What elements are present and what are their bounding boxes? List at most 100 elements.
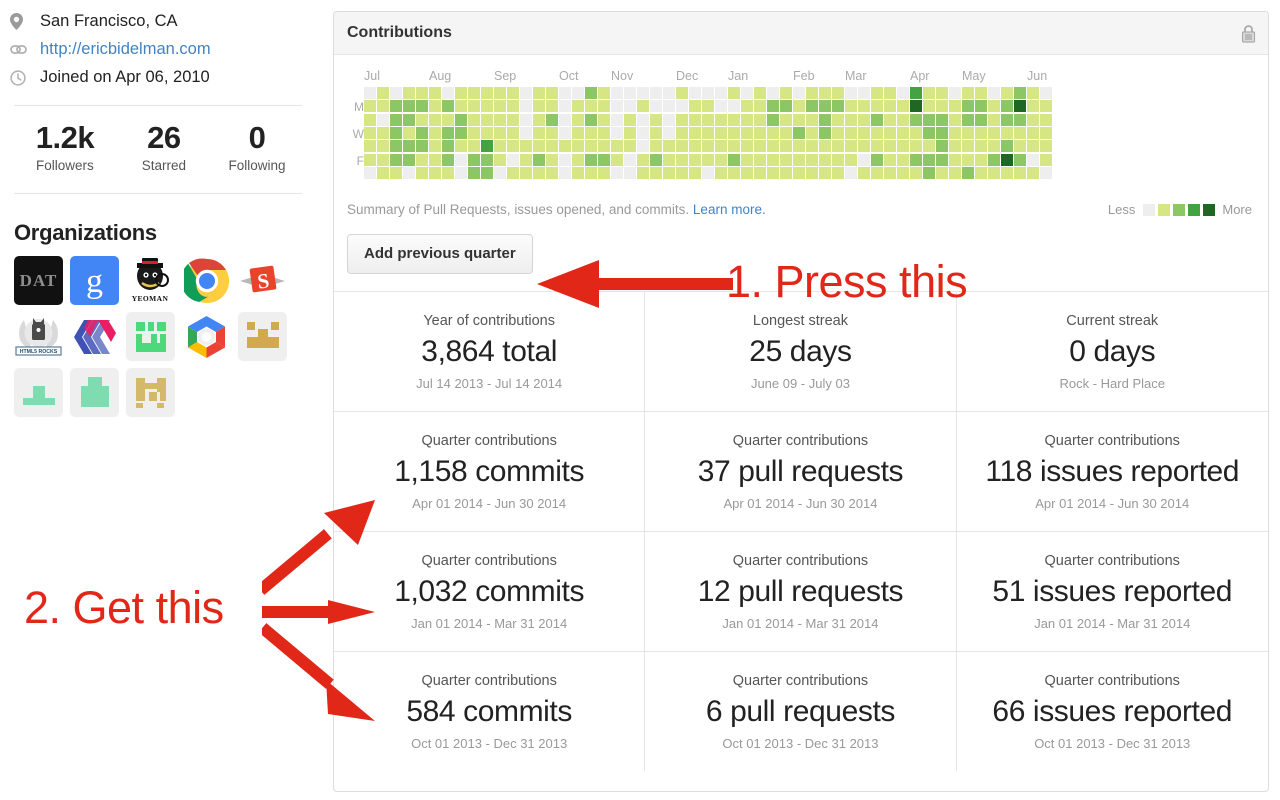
contribution-cell[interactable] (988, 127, 1000, 140)
contribution-cell[interactable] (494, 167, 506, 180)
contribution-cell[interactable] (754, 113, 766, 126)
contribution-cell[interactable] (663, 153, 675, 166)
contribution-cell[interactable] (715, 87, 727, 99)
contribution-cell[interactable] (754, 100, 766, 113)
contribution-cell[interactable] (676, 113, 688, 126)
contribution-cell[interactable] (403, 140, 415, 153)
org-avatar-green-blocks[interactable] (126, 312, 175, 361)
contribution-cell[interactable] (676, 87, 688, 99)
contribution-cell[interactable] (546, 113, 558, 126)
contribution-cell[interactable] (364, 167, 376, 180)
contribution-cell[interactable] (754, 87, 766, 99)
contribution-cell[interactable] (663, 87, 675, 99)
profile-website[interactable]: http://ericbidelman.com (10, 36, 306, 63)
contribution-cell[interactable] (728, 167, 740, 180)
contribution-cell[interactable] (364, 100, 376, 113)
contribution-cell[interactable] (455, 87, 467, 99)
contribution-cell[interactable] (637, 127, 649, 140)
contribution-cell[interactable] (936, 100, 948, 113)
contribution-cell[interactable] (559, 127, 571, 140)
contribution-cell[interactable] (429, 100, 441, 113)
contribution-cell[interactable] (832, 140, 844, 153)
contribution-cell[interactable] (429, 113, 441, 126)
contribution-cell[interactable] (1027, 140, 1039, 153)
stat-followers[interactable]: 1.2k Followers (10, 120, 120, 173)
contribution-cell[interactable] (819, 167, 831, 180)
contribution-cell[interactable] (481, 100, 493, 113)
contribution-cell[interactable] (1027, 113, 1039, 126)
contribution-cell[interactable] (715, 153, 727, 166)
contribution-cell[interactable] (1001, 153, 1013, 166)
contribution-cell[interactable] (520, 127, 532, 140)
contribution-cell[interactable] (377, 100, 389, 113)
contribution-cell[interactable] (559, 167, 571, 180)
contribution-cell[interactable] (780, 167, 792, 180)
contribution-cell[interactable] (663, 140, 675, 153)
contribution-cell[interactable] (767, 127, 779, 140)
contribution-cell[interactable] (936, 140, 948, 153)
contribution-cell[interactable] (624, 153, 636, 166)
contribution-cell[interactable] (624, 127, 636, 140)
contribution-cell[interactable] (611, 113, 623, 126)
contribution-cell[interactable] (650, 167, 662, 180)
contribution-cell[interactable] (546, 100, 558, 113)
contribution-cell[interactable] (650, 140, 662, 153)
contribution-cell[interactable] (403, 167, 415, 180)
contribution-cell[interactable] (819, 87, 831, 99)
contribution-cell[interactable] (949, 87, 961, 99)
contribution-cell[interactable] (390, 87, 402, 99)
contribution-cell[interactable] (403, 100, 415, 113)
contribution-cell[interactable] (585, 167, 597, 180)
contribution-cell[interactable] (741, 87, 753, 99)
contribution-cell[interactable] (923, 113, 935, 126)
contribution-cell[interactable] (936, 167, 948, 180)
contribution-cell[interactable] (507, 167, 519, 180)
contribution-cell[interactable] (1040, 140, 1052, 153)
contribution-cell[interactable] (364, 127, 376, 140)
contribution-cell[interactable] (910, 167, 922, 180)
contribution-cell[interactable] (1040, 167, 1052, 180)
contribution-cell[interactable] (897, 113, 909, 126)
contribution-cell[interactable] (689, 113, 701, 126)
contribution-cell[interactable] (533, 127, 545, 140)
contribution-cell[interactable] (832, 100, 844, 113)
contribution-cell[interactable] (832, 153, 844, 166)
contribution-cell[interactable] (559, 100, 571, 113)
contribution-cell[interactable] (572, 140, 584, 153)
contribution-cell[interactable] (728, 127, 740, 140)
contribution-cell[interactable] (650, 100, 662, 113)
contribution-cell[interactable] (520, 140, 532, 153)
contribution-cell[interactable] (416, 140, 428, 153)
contribution-cell[interactable] (611, 140, 623, 153)
contribution-cell[interactable] (559, 153, 571, 166)
contribution-cell[interactable] (598, 127, 610, 140)
contribution-cell[interactable] (858, 100, 870, 113)
add-previous-quarter-button[interactable]: Add previous quarter (347, 234, 533, 274)
contribution-cell[interactable] (884, 167, 896, 180)
contribution-cell[interactable] (572, 127, 584, 140)
org-avatar-tan-blocks-1[interactable] (238, 312, 287, 361)
contribution-cell[interactable] (702, 140, 714, 153)
contribution-cell[interactable] (559, 140, 571, 153)
contribution-cell[interactable] (442, 87, 454, 99)
contribution-cell[interactable] (598, 100, 610, 113)
stat-starred[interactable]: 26 Starred (120, 120, 208, 173)
contribution-cell[interactable] (1040, 153, 1052, 166)
contribution-cell[interactable] (585, 140, 597, 153)
contribution-cell[interactable] (767, 140, 779, 153)
contribution-cell[interactable] (780, 127, 792, 140)
contribution-cell[interactable] (598, 113, 610, 126)
contribution-cell[interactable] (468, 140, 480, 153)
contribution-cell[interactable] (780, 87, 792, 99)
contribution-cell[interactable] (923, 140, 935, 153)
contribution-cell[interactable] (481, 113, 493, 126)
contribution-cell[interactable] (1014, 167, 1026, 180)
contribution-cell[interactable] (884, 153, 896, 166)
contribution-cell[interactable] (793, 127, 805, 140)
contribution-cell[interactable] (767, 100, 779, 113)
contribution-cell[interactable] (728, 153, 740, 166)
contribution-cell[interactable] (442, 167, 454, 180)
contribution-cell[interactable] (468, 153, 480, 166)
contribution-cell[interactable] (507, 140, 519, 153)
contribution-cell[interactable] (442, 153, 454, 166)
